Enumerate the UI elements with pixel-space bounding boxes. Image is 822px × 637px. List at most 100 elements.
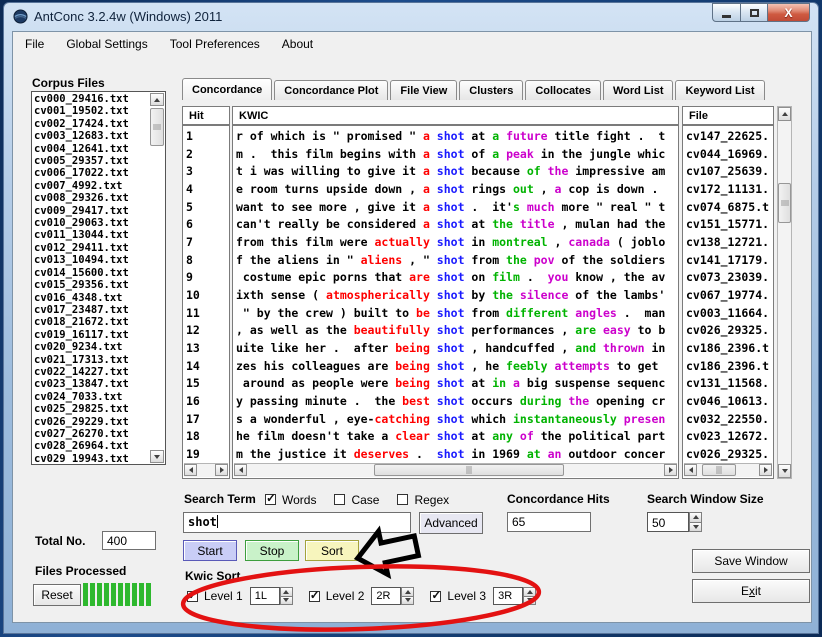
start-button[interactable]: Start <box>183 540 237 561</box>
menu-item-tool-preferences[interactable]: Tool Preferences <box>170 37 260 51</box>
table-row-file[interactable]: cv046_10613. <box>686 393 772 411</box>
corpus-file-item[interactable]: cv008_29326.txt <box>34 192 149 204</box>
corpus-file-item[interactable]: cv005_29357.txt <box>34 155 149 167</box>
tab-clusters[interactable]: Clusters <box>459 80 523 100</box>
hit-column-list[interactable]: 12345678910111213141516171819 <box>182 125 230 479</box>
scroll-left-button[interactable] <box>234 464 247 476</box>
corpus-file-item[interactable]: cv009_29417.txt <box>34 205 149 217</box>
table-row-hit[interactable]: 12 <box>186 322 228 340</box>
table-row-file[interactable]: cv003_11664. <box>686 305 772 323</box>
table-row-kwic[interactable]: zes his colleagues are being shot , he f… <box>236 358 677 376</box>
search-option-case[interactable]: Case <box>334 493 379 507</box>
corpus-file-item[interactable]: cv004_12641.txt <box>34 143 149 155</box>
tab-keyword-list[interactable]: Keyword List <box>675 80 764 100</box>
corpus-file-item[interactable]: cv021_17313.txt <box>34 354 149 366</box>
kwic-sort-level-value[interactable]: 1L <box>250 587 280 605</box>
table-row-kwic[interactable]: he film doesn't take a clear shot at any… <box>236 428 677 446</box>
corpus-file-item[interactable]: cv003_12683.txt <box>34 130 149 142</box>
file-horizontal-scrollbar[interactable] <box>684 463 772 477</box>
table-row-kwic[interactable]: r of which is " promised " a shot at a f… <box>236 128 677 146</box>
corpus-file-item[interactable]: cv023_13847.txt <box>34 378 149 390</box>
table-row-kwic[interactable]: m the justice it deserves . shot in 1969… <box>236 446 677 462</box>
case-checkbox[interactable] <box>334 494 345 505</box>
table-row-hit[interactable]: 7 <box>186 234 228 252</box>
table-row-kwic[interactable]: costume epic porns that are shot on film… <box>236 269 677 287</box>
file-scrollbar-thumb[interactable] <box>702 464 736 476</box>
sort-button[interactable]: Sort <box>305 540 359 561</box>
corpus-files-list[interactable]: cv000_29416.txtcv001_19502.txtcv002_1742… <box>31 91 166 465</box>
corpus-file-item[interactable]: cv014_15600.txt <box>34 267 149 279</box>
table-row-file[interactable]: cv131_11568. <box>686 375 772 393</box>
stop-button[interactable]: Stop <box>245 540 299 561</box>
corpus-file-item[interactable]: cv020_9234.txt <box>34 341 149 353</box>
corpus-file-item[interactable]: cv025_29825.txt <box>34 403 149 415</box>
search-window-size-value[interactable]: 50 <box>647 512 689 532</box>
table-row-hit[interactable]: 11 <box>186 305 228 323</box>
save-window-button[interactable]: Save Window <box>692 549 810 573</box>
corpus-file-item[interactable]: cv027_26270.txt <box>34 428 149 440</box>
title-bar[interactable]: AntConc 3.2.4w (Windows) 2011 X <box>4 3 818 30</box>
spinner[interactable] <box>280 587 293 605</box>
level-3-checkbox[interactable]: ✓ <box>430 591 441 602</box>
table-row-file[interactable]: cv186_2396.t <box>686 340 772 358</box>
kwic-horizontal-scrollbar[interactable] <box>234 463 677 477</box>
spinner[interactable] <box>523 587 536 605</box>
level-1-checkbox[interactable]: ✓ <box>187 591 198 602</box>
table-row-kwic[interactable]: m . this film begins with a shot of a pe… <box>236 146 677 164</box>
corpus-file-item[interactable]: cv010_29063.txt <box>34 217 149 229</box>
scroll-right-button[interactable] <box>664 464 677 476</box>
table-row-file[interactable]: cv151_15771. <box>686 216 772 234</box>
table-row-hit[interactable]: 16 <box>186 393 228 411</box>
table-row-kwic[interactable]: t i was willing to give it a shot becaus… <box>236 163 677 181</box>
table-row-hit[interactable]: 15 <box>186 375 228 393</box>
maximize-button[interactable] <box>741 3 768 22</box>
corpus-file-item[interactable]: cv006_17022.txt <box>34 167 149 179</box>
table-row-hit[interactable]: 19 <box>186 446 228 462</box>
scroll-left-button[interactable] <box>684 464 697 476</box>
table-row-kwic[interactable]: ixth sense ( atmospherically shot by the… <box>236 287 677 305</box>
corpus-file-item[interactable]: cv000_29416.txt <box>34 93 149 105</box>
tab-concordance[interactable]: Concordance <box>182 78 272 100</box>
scroll-right-button[interactable] <box>215 464 228 476</box>
table-row-kwic[interactable]: e room turns upside down , a shot rings … <box>236 181 677 199</box>
spin-up-button[interactable] <box>689 512 702 523</box>
table-row-file[interactable]: cv026_29325. <box>686 446 772 462</box>
corpus-file-item[interactable]: cv026_29229.txt <box>34 416 149 428</box>
corpus-file-item[interactable]: cv018_21672.txt <box>34 316 149 328</box>
table-row-hit[interactable]: 2 <box>186 146 228 164</box>
kwic-column-list[interactable]: r of which is " promised " a shot at a f… <box>232 125 679 479</box>
corpus-file-item[interactable]: cv001_19502.txt <box>34 105 149 117</box>
kwic-scrollbar-thumb[interactable] <box>374 464 564 476</box>
scroll-up-button[interactable] <box>778 107 791 121</box>
level-2-checkbox[interactable]: ✓ <box>309 591 320 602</box>
spin-down-button[interactable] <box>280 597 293 606</box>
exit-button[interactable]: Exit <box>692 579 810 603</box>
scroll-down-button[interactable] <box>778 464 791 478</box>
table-row-hit[interactable]: 17 <box>186 411 228 429</box>
corpus-file-item[interactable]: cv019_16117.txt <box>34 329 149 341</box>
corpus-file-item[interactable]: cv015_29356.txt <box>34 279 149 291</box>
tab-file-view[interactable]: File View <box>390 80 457 100</box>
table-row-kwic[interactable]: around as people were being shot at in a… <box>236 375 677 393</box>
table-row-hit[interactable]: 9 <box>186 269 228 287</box>
minimize-button[interactable] <box>712 3 741 22</box>
search-option-words[interactable]: ✓Words <box>265 493 316 507</box>
table-row-hit[interactable]: 1 <box>186 128 228 146</box>
table-row-hit[interactable]: 6 <box>186 216 228 234</box>
spin-up-button[interactable] <box>523 587 536 597</box>
spin-down-button[interactable] <box>523 597 536 606</box>
regex-checkbox[interactable] <box>397 494 408 505</box>
table-row-hit[interactable]: 5 <box>186 199 228 217</box>
table-row-hit[interactable]: 18 <box>186 428 228 446</box>
corpus-file-item[interactable]: cv007_4992.txt <box>34 180 149 192</box>
table-row-file[interactable]: cv186_2396.t <box>686 358 772 376</box>
corpus-scrollbar-thumb[interactable] <box>150 108 164 146</box>
spin-down-button[interactable] <box>401 597 414 606</box>
table-row-file[interactable]: cv138_12721. <box>686 234 772 252</box>
search-option-regex[interactable]: Regex <box>397 493 449 507</box>
table-row-file[interactable]: cv107_25639. <box>686 163 772 181</box>
table-row-file[interactable]: cv074_6875.t <box>686 199 772 217</box>
table-row-kwic[interactable]: y passing minute . the best shot occurs … <box>236 393 677 411</box>
corpus-file-item[interactable]: cv029_19943.txt <box>34 453 149 463</box>
tab-word-list[interactable]: Word List <box>603 80 674 100</box>
